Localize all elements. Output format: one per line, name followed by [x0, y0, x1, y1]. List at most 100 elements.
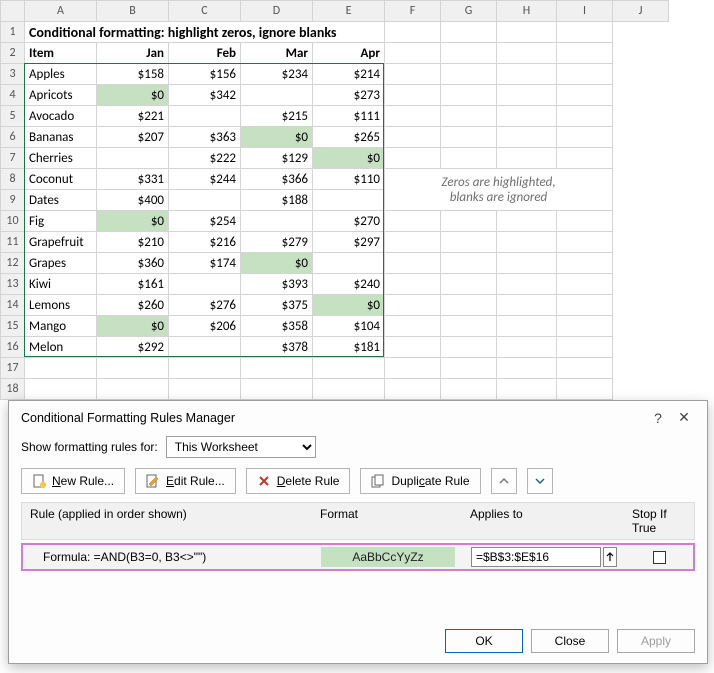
data-cell[interactable]: $244: [169, 169, 241, 190]
data-cell[interactable]: $0: [97, 85, 169, 106]
item-cell[interactable]: Lemons: [25, 295, 97, 316]
help-icon[interactable]: ?: [645, 410, 671, 426]
move-down-button[interactable]: [527, 468, 553, 494]
item-cell[interactable]: Avocado: [25, 106, 97, 127]
col-header[interactable]: I: [557, 1, 613, 22]
data-cell[interactable]: $254: [169, 211, 241, 232]
data-cell[interactable]: $279: [241, 232, 313, 253]
data-cell[interactable]: $0: [313, 148, 385, 169]
data-cell[interactable]: $273: [313, 85, 385, 106]
item-cell[interactable]: Fig: [25, 211, 97, 232]
row-header[interactable]: 3: [1, 64, 25, 85]
row-header[interactable]: 17: [1, 358, 25, 379]
item-cell[interactable]: Apples: [25, 64, 97, 85]
row-header[interactable]: 2: [1, 43, 25, 64]
data-cell[interactable]: $240: [313, 274, 385, 295]
data-cell[interactable]: $375: [241, 295, 313, 316]
data-cell[interactable]: $363: [169, 127, 241, 148]
data-cell[interactable]: $221: [97, 106, 169, 127]
data-cell[interactable]: $188: [241, 190, 313, 211]
row-header[interactable]: 12: [1, 253, 25, 274]
item-cell[interactable]: Mango: [25, 316, 97, 337]
col-header[interactable]: J: [613, 1, 669, 22]
data-cell[interactable]: $342: [169, 85, 241, 106]
data-cell[interactable]: $270: [313, 211, 385, 232]
item-cell[interactable]: Melon: [25, 337, 97, 358]
data-cell[interactable]: $216: [169, 232, 241, 253]
data-cell[interactable]: $0: [313, 295, 385, 316]
rule-row[interactable]: Formula: =AND(B3=0, B3<>"") AaBbCcYyZz: [21, 543, 695, 571]
item-cell[interactable]: Kiwi: [25, 274, 97, 295]
data-cell[interactable]: $210: [97, 232, 169, 253]
data-cell[interactable]: [313, 253, 385, 274]
data-cell[interactable]: $292: [97, 337, 169, 358]
spreadsheet-grid[interactable]: ABCDEFGHIJ1Conditional formatting: highl…: [0, 0, 669, 400]
row-header[interactable]: 6: [1, 127, 25, 148]
data-cell[interactable]: $265: [313, 127, 385, 148]
data-cell[interactable]: $331: [97, 169, 169, 190]
row-header[interactable]: 4: [1, 85, 25, 106]
delete-rule-button[interactable]: Delete Rule: [246, 468, 351, 494]
data-cell[interactable]: $215: [241, 106, 313, 127]
item-cell[interactable]: Coconut: [25, 169, 97, 190]
data-cell[interactable]: $360: [97, 253, 169, 274]
row-header[interactable]: 10: [1, 211, 25, 232]
data-cell[interactable]: $181: [313, 337, 385, 358]
data-cell[interactable]: $393: [241, 274, 313, 295]
data-cell[interactable]: $214: [313, 64, 385, 85]
data-cell[interactable]: $158: [97, 64, 169, 85]
item-cell[interactable]: Grapes: [25, 253, 97, 274]
data-cell[interactable]: $206: [169, 316, 241, 337]
data-cell[interactable]: $156: [169, 64, 241, 85]
data-cell[interactable]: $276: [169, 295, 241, 316]
row-header[interactable]: 15: [1, 316, 25, 337]
data-cell[interactable]: $222: [169, 148, 241, 169]
col-header[interactable]: F: [385, 1, 441, 22]
applies-to-input[interactable]: [471, 547, 601, 567]
data-cell[interactable]: $0: [97, 316, 169, 337]
row-header[interactable]: 5: [1, 106, 25, 127]
data-cell[interactable]: [169, 190, 241, 211]
data-cell[interactable]: $0: [97, 211, 169, 232]
row-header[interactable]: 7: [1, 148, 25, 169]
col-header[interactable]: G: [441, 1, 497, 22]
data-cell[interactable]: $234: [241, 64, 313, 85]
data-cell[interactable]: $110: [313, 169, 385, 190]
data-cell[interactable]: $104: [313, 316, 385, 337]
col-header[interactable]: E: [313, 1, 385, 22]
col-header[interactable]: H: [497, 1, 557, 22]
scope-select[interactable]: This Worksheet: [166, 436, 316, 458]
data-cell[interactable]: $161: [97, 274, 169, 295]
apply-button[interactable]: Apply: [617, 629, 695, 653]
data-cell[interactable]: $111: [313, 106, 385, 127]
data-cell[interactable]: [169, 337, 241, 358]
col-header[interactable]: C: [169, 1, 241, 22]
item-cell[interactable]: Grapefruit: [25, 232, 97, 253]
range-picker-button[interactable]: [603, 547, 617, 567]
data-cell[interactable]: $129: [241, 148, 313, 169]
row-header[interactable]: 1: [1, 22, 25, 43]
data-cell[interactable]: $0: [241, 127, 313, 148]
data-cell[interactable]: $366: [241, 169, 313, 190]
item-cell[interactable]: Cherries: [25, 148, 97, 169]
data-cell[interactable]: [97, 148, 169, 169]
close-button[interactable]: Close: [531, 629, 609, 653]
item-cell[interactable]: Bananas: [25, 127, 97, 148]
duplicate-rule-button[interactable]: Duplicate Rule: [360, 468, 480, 494]
data-cell[interactable]: $207: [97, 127, 169, 148]
row-header[interactable]: 18: [1, 379, 25, 400]
ok-button[interactable]: OK: [445, 629, 523, 653]
col-header[interactable]: B: [97, 1, 169, 22]
data-cell[interactable]: [241, 85, 313, 106]
data-cell[interactable]: $297: [313, 232, 385, 253]
move-up-button[interactable]: [491, 468, 517, 494]
item-cell[interactable]: Dates: [25, 190, 97, 211]
row-header[interactable]: 8: [1, 169, 25, 190]
item-cell[interactable]: Apricots: [25, 85, 97, 106]
row-header[interactable]: 16: [1, 337, 25, 358]
row-header[interactable]: 9: [1, 190, 25, 211]
data-cell[interactable]: [169, 274, 241, 295]
data-cell[interactable]: [241, 211, 313, 232]
data-cell[interactable]: [313, 190, 385, 211]
row-header[interactable]: 13: [1, 274, 25, 295]
